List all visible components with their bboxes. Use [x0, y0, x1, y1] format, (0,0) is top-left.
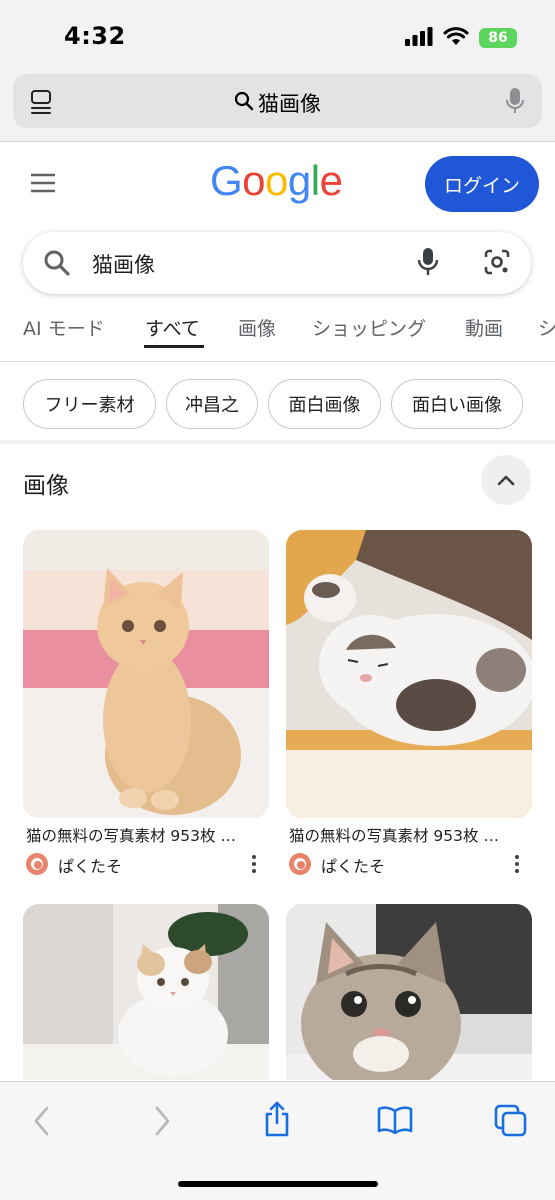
logo-letter: e	[319, 157, 343, 204]
logo-letter: G	[210, 157, 243, 204]
chevron-up-icon	[497, 475, 515, 486]
result-title[interactable]: 猫の無料の写真素材 953枚 …	[26, 824, 236, 846]
status-bar: 4:32 86	[0, 0, 555, 72]
bookmarks-icon[interactable]	[377, 1106, 413, 1138]
section-divider	[0, 440, 555, 444]
source-name[interactable]: ぱくたそ	[321, 853, 385, 877]
lens-camera-icon[interactable]	[483, 248, 511, 280]
image-result-2[interactable]	[286, 530, 532, 818]
more-options-icon[interactable]	[510, 853, 524, 877]
collapse-button[interactable]	[481, 455, 531, 505]
image-result-4[interactable]	[286, 904, 532, 1080]
share-icon[interactable]	[262, 1100, 292, 1142]
address-search-icon	[234, 91, 254, 115]
logo-letter: o	[265, 157, 288, 204]
google-logo[interactable]: Google	[210, 157, 343, 205]
logo-letter: o	[242, 157, 266, 204]
source-favicon-icon	[289, 853, 311, 875]
address-bar[interactable]: 猫画像	[13, 74, 542, 128]
voice-search-icon[interactable]	[417, 247, 439, 281]
logo-letter: l	[310, 157, 320, 204]
tab-images[interactable]: 画像	[238, 314, 276, 341]
cellular-signal-icon	[405, 26, 433, 50]
tab-all[interactable]: すべて	[145, 314, 200, 341]
hamburger-menu-icon[interactable]	[30, 172, 56, 198]
result-title[interactable]: 猫の無料の写真素材 953枚 …	[289, 824, 499, 846]
battery-icon: 86	[479, 28, 517, 48]
status-time: 4:32	[64, 22, 126, 50]
active-tab-indicator	[144, 345, 204, 348]
search-box[interactable]: 猫画像	[23, 232, 531, 294]
logo-letter: g	[287, 157, 311, 204]
status-icons: 86	[405, 26, 517, 50]
tab-shorts[interactable]: ショ	[538, 314, 555, 341]
more-options-icon[interactable]	[247, 853, 261, 877]
search-input[interactable]: 猫画像	[92, 249, 155, 279]
chip-funny-images[interactable]: 面白画像	[268, 379, 381, 429]
image-result-3[interactable]	[23, 904, 269, 1080]
image-result-1[interactable]	[23, 530, 269, 818]
source-favicon-icon	[26, 853, 48, 875]
chip-free-material[interactable]: フリー素材	[23, 379, 156, 429]
tab-shopping[interactable]: ショッピング	[312, 314, 426, 341]
images-section-title: 画像	[23, 473, 69, 499]
wifi-icon	[443, 26, 469, 50]
search-tabs: AI モード すべて 画像 ショッピング 動画 ショ	[0, 300, 555, 362]
search-icon[interactable]	[43, 249, 71, 281]
tabs-icon[interactable]	[494, 1104, 528, 1142]
address-text-group[interactable]: 猫画像	[13, 88, 542, 118]
tab-videos[interactable]: 動画	[465, 314, 503, 341]
address-mic-icon[interactable]	[505, 87, 525, 119]
login-button[interactable]: ログイン	[425, 156, 539, 212]
home-indicator	[178, 1181, 378, 1187]
tab-ai-mode[interactable]: AI モード	[23, 314, 105, 341]
back-icon[interactable]	[30, 1104, 54, 1142]
forward-icon[interactable]	[150, 1104, 174, 1142]
chip-name[interactable]: 冲昌之	[166, 379, 258, 429]
chip-funny-images-2[interactable]: 面白い画像	[391, 379, 523, 429]
source-name[interactable]: ぱくたそ	[58, 853, 122, 877]
browser-address-area: 猫画像	[0, 72, 555, 142]
address-text: 猫画像	[258, 92, 321, 116]
